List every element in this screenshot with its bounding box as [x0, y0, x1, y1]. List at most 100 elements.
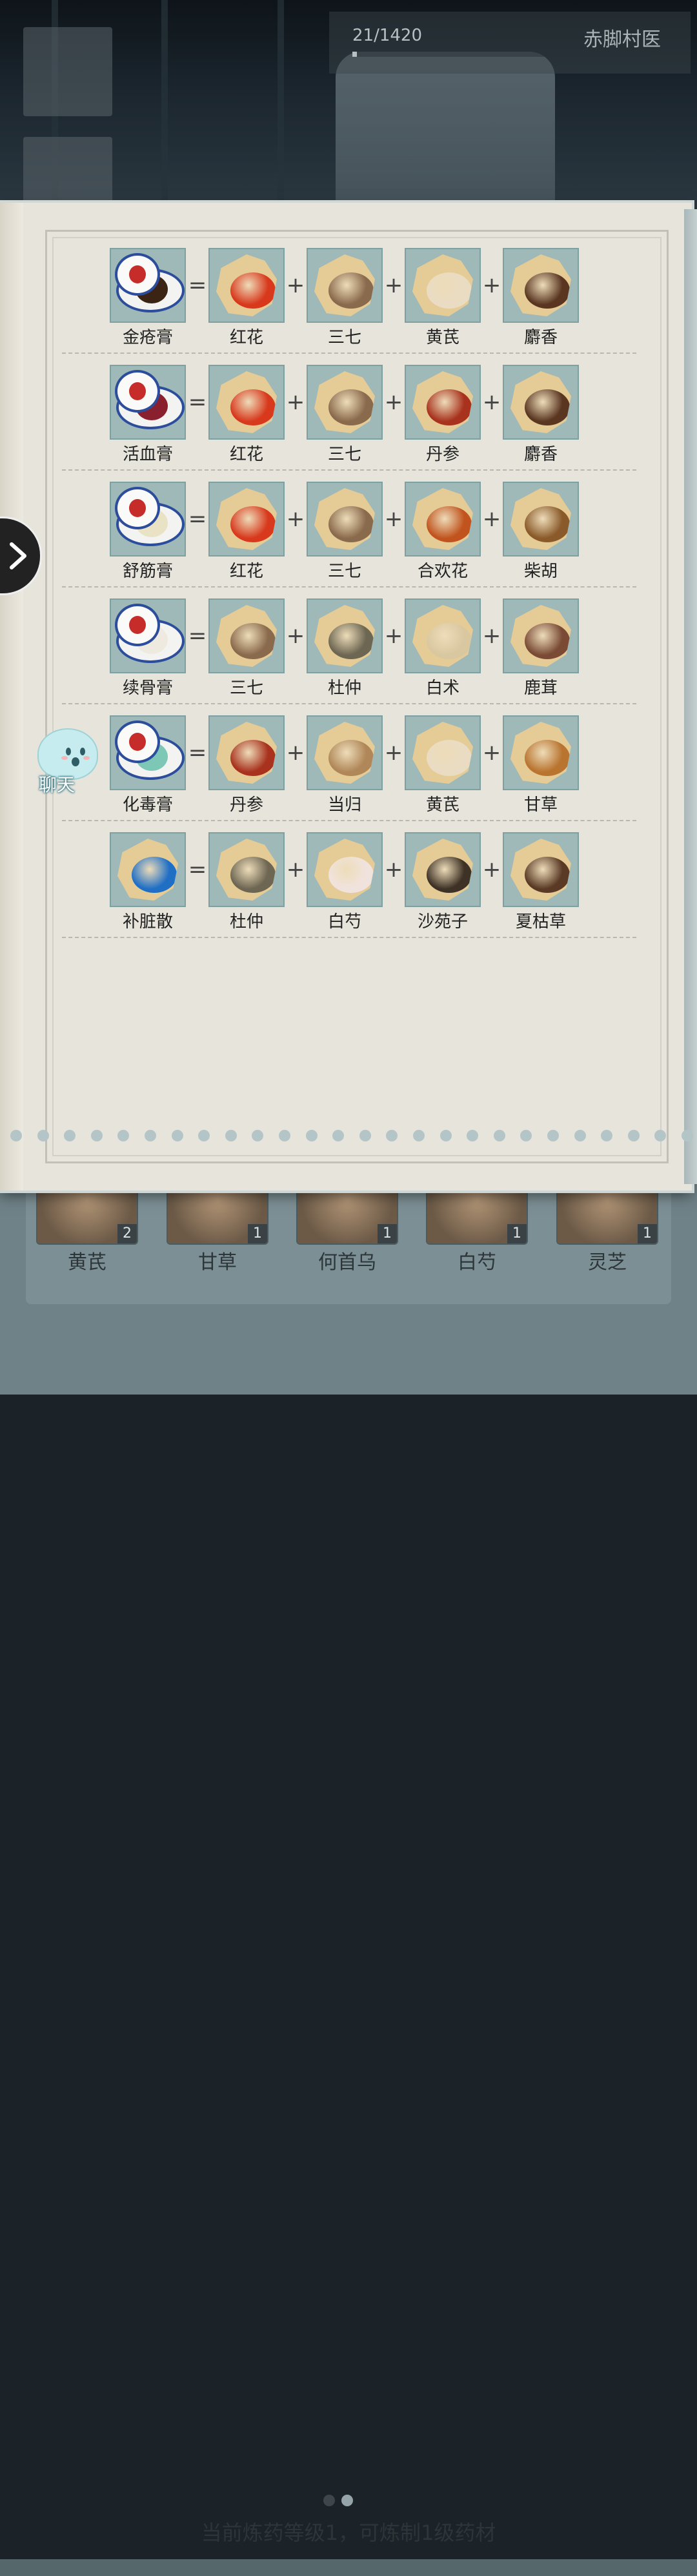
ingredient-name: 丹参	[229, 795, 263, 815]
background-scene: 21/1420 赤脚村医	[0, 0, 697, 220]
notoginseng-icon	[208, 598, 285, 673]
licorice-icon	[503, 715, 579, 790]
product-name: 续骨膏	[122, 679, 173, 698]
avatar-slot[interactable]	[23, 27, 112, 116]
product-name: 舒筋膏	[122, 562, 173, 581]
equals-sign: =	[188, 623, 207, 649]
ingredient-name: 三七	[327, 328, 361, 347]
angelica-icon	[307, 715, 383, 790]
border-dot	[520, 1130, 532, 1141]
border-dot	[90, 1130, 103, 1141]
ingredient-name: 合欢花	[417, 562, 468, 581]
recipe-row[interactable]: 补脏散 杜仲 白芍 沙苑子 夏枯草 = + + +	[0, 832, 692, 949]
alchemy-status: 当前炼药等级1，可炼制1级药材	[201, 2520, 496, 2545]
safflower-icon	[208, 482, 285, 557]
recipe-row[interactable]: 活血膏 红花 三七 丹参 麝香 = + + +	[0, 365, 692, 482]
herb-icon: 1	[167, 1181, 268, 1245]
ingredient-name: 红花	[229, 328, 263, 347]
border-dot	[198, 1130, 210, 1141]
smiley-face-icon	[61, 748, 90, 766]
border-dot	[64, 1130, 76, 1141]
recipe-row[interactable]: 化毒膏 丹参 当归 黄芪 甘草 = + + +	[0, 715, 692, 832]
eucommia-bark-icon	[307, 598, 383, 673]
book-dot-border	[10, 1130, 693, 1143]
border-dot	[252, 1130, 264, 1141]
border-dot	[654, 1130, 667, 1141]
plus-sign: +	[286, 857, 305, 883]
atractylodes-icon	[405, 598, 481, 673]
chat-label: 聊天	[39, 774, 76, 795]
plus-sign: +	[482, 623, 501, 649]
border-dot	[682, 1130, 693, 1141]
ingredient-name: 夏枯草	[515, 912, 566, 932]
albizia-flower-icon	[405, 482, 481, 557]
plus-sign: +	[482, 272, 501, 298]
ingredient-name: 三七	[327, 445, 361, 464]
border-dot	[601, 1130, 613, 1141]
recipe-row[interactable]: 金疮膏 红花 三七 黄芪 麝香 = + + +	[0, 248, 692, 365]
plus-sign: +	[482, 506, 501, 532]
recipe-row[interactable]: 续骨膏 三七 杜仲 白术 鹿茸 = + + +	[0, 598, 692, 715]
item-count: 1	[248, 1224, 267, 1243]
ingredient-name: 红花	[229, 445, 263, 464]
border-dot	[413, 1130, 425, 1141]
bamboo-stalk	[161, 0, 168, 220]
waterfall	[336, 52, 555, 207]
experience-text: 21/1420	[352, 26, 423, 45]
ingredient-name: 黄芪	[425, 328, 460, 347]
border-dot	[439, 1130, 452, 1141]
product-name: 补脏散	[122, 912, 173, 932]
safflower-icon	[208, 365, 285, 440]
ingredient-name: 沙苑子	[417, 912, 468, 932]
plus-sign: +	[286, 389, 305, 415]
ingredient-name: 红花	[229, 562, 263, 581]
ointment-jar-cream-icon	[110, 482, 186, 557]
ingredient-name: 白术	[425, 679, 460, 698]
plus-sign: +	[482, 740, 501, 766]
eucommia-bark-icon	[208, 832, 285, 907]
page-dot[interactable]	[341, 2495, 353, 2506]
herb-icon: 1	[426, 1181, 528, 1245]
plus-sign: +	[286, 740, 305, 766]
musk-icon	[503, 365, 579, 440]
ingredient-name: 麝香	[523, 445, 558, 464]
herb-icon: 1	[296, 1181, 398, 1245]
border-dot	[386, 1130, 398, 1141]
ingredient-name: 当归	[327, 795, 361, 815]
salvia-root-icon	[208, 715, 285, 790]
item-name: 黄芪	[68, 1251, 106, 1274]
plus-sign: +	[384, 389, 403, 415]
bamboo-stalk	[278, 0, 284, 220]
recipe-divider	[62, 353, 636, 354]
prunella-icon	[503, 832, 579, 907]
border-dot	[305, 1130, 318, 1141]
player-title: 赤脚村医	[583, 28, 661, 51]
plus-sign: +	[384, 740, 403, 766]
astragalus-seed-icon	[405, 832, 481, 907]
border-dot	[467, 1130, 479, 1141]
musk-icon	[503, 248, 579, 323]
item-name: 甘草	[198, 1251, 237, 1274]
recipe-row[interactable]: 舒筋膏 红花 三七 合欢花 柴胡 = + + +	[0, 482, 692, 598]
notoginseng-icon	[307, 248, 383, 323]
ingredient-name: 柴胡	[523, 562, 558, 581]
chat-button[interactable]: 聊天	[27, 728, 98, 795]
inventory-panel: 2 黄芪 1 甘草 1 何首乌 1 白芍 1 灵芝 当前炼药等级1，可炼制1级药材	[0, 1181, 697, 2576]
border-dot	[279, 1130, 290, 1141]
item-name: 何首乌	[318, 1251, 376, 1274]
white-peony-icon	[307, 832, 383, 907]
border-dot	[117, 1130, 130, 1141]
ingredient-name: 麝香	[523, 328, 558, 347]
item-count: 1	[378, 1224, 397, 1243]
plus-sign: +	[286, 272, 305, 298]
inventory-grid: 2 黄芪 1 甘草 1 何首乌 1 白芍 1 灵芝	[26, 1181, 671, 1304]
salvia-root-icon	[405, 365, 481, 440]
astragalus-icon	[405, 248, 481, 323]
plus-sign: +	[384, 857, 403, 883]
ingredient-name: 三七	[229, 679, 263, 698]
plus-sign: +	[384, 272, 403, 298]
page-dot[interactable]	[323, 2495, 335, 2506]
border-dot	[332, 1130, 345, 1141]
equals-sign: =	[188, 389, 207, 415]
ointment-jar-white-icon	[110, 598, 186, 673]
